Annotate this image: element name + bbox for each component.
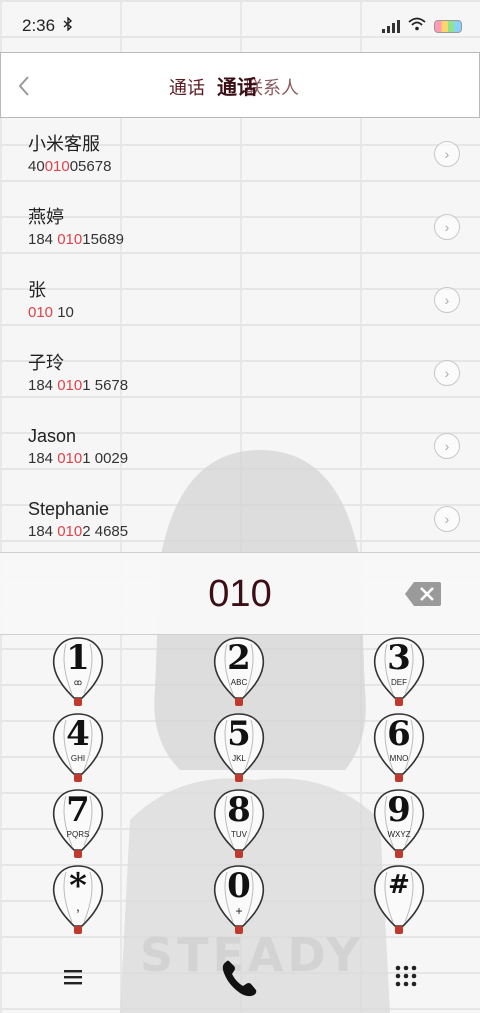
contact-number: 184 0102 4685 [28,523,129,540]
list-item[interactable]: 燕婷 184 01015689 › [0,191,480,264]
title-bar: 通话 通话 联系人 [0,52,480,118]
call-button[interactable] [218,956,262,1000]
contact-number: 184 01015689 [28,231,124,248]
key-1[interactable]: 1ꝏ [50,636,110,708]
signal-icon [382,19,400,33]
chevron-right-icon[interactable]: › [434,214,460,240]
chevron-right-icon[interactable]: › [434,433,460,459]
contact-number: 184 0101 5678 [28,377,129,394]
chevron-right-icon[interactable]: › [434,506,460,532]
keypad-toggle-button[interactable] [394,964,418,988]
wifi-icon [408,16,426,36]
key-8[interactable]: 8 TUV [211,788,271,860]
tab-bar: 通话 通话 联系人 [169,71,299,100]
list-item[interactable]: 子玲 184 0101 5678 › [0,337,480,410]
chevron-right-icon[interactable]: › [434,287,460,313]
battery-icon [434,19,462,33]
key-6[interactable]: 6 MNO [371,712,431,784]
contact-name: 张 [28,280,46,300]
list-item[interactable]: 张 010 10 › [0,264,480,337]
keypad-icon [395,965,417,987]
chevron-right-icon[interactable]: › [434,360,460,386]
key-5[interactable]: 5 JKL [211,712,271,784]
backspace-icon [405,582,441,606]
contact-number: 010 10 [28,304,74,321]
bluetooth-icon [63,16,73,35]
contact-number: 184 0101 0029 [28,450,129,467]
contact-name: 子玲 [28,353,64,373]
delete-button[interactable] [404,581,442,607]
key-4[interactable]: 4 GHI [50,712,110,784]
phone-icon [222,960,257,997]
key-9[interactable]: 9 WXYZ [371,788,431,860]
dial-keypad: 1ꝏ 2 ABC 3 DEF 4 GHI 5 JKL 6 MNO 7 PQRS 8 TUV 9… [0,636,480,956]
list-item[interactable]: 小米客服 4001005678 › [0,118,480,191]
bottom-bar [0,950,480,1013]
contact-name: 小米客服 [28,134,100,154]
list-item[interactable]: Stephanie 184 0102 4685 › [0,483,480,552]
contact-name: 燕婷 [28,207,64,227]
key-7[interactable]: 7 PQRS [50,788,110,860]
key-hash[interactable]: # [371,864,431,936]
key-3[interactable]: 3 DEF [371,636,431,708]
tab-active[interactable]: 通话 [217,71,257,100]
key-star[interactable]: *, [50,864,110,936]
dial-display: 010 [0,552,480,635]
key-2[interactable]: 2 ABC [211,636,271,708]
menu-button[interactable] [62,966,84,988]
list-item[interactable]: Jason 184 0101 0029 › [0,410,480,483]
menu-icon [64,970,82,985]
status-bar: 2:36 [0,0,480,52]
chevron-left-icon [18,76,29,96]
contact-number: 4001005678 [28,158,112,175]
back-button[interactable] [9,69,39,103]
contact-name: Stephanie [28,499,110,519]
contact-name: Jason [28,426,77,446]
key-0[interactable]: 0 + [211,864,271,936]
contact-list: 小米客服 4001005678 › 燕婷 184 01015689 › 张 01… [0,118,480,552]
status-time: 2:36 [22,16,56,35]
chevron-right-icon[interactable]: › [434,141,460,167]
tab-calls[interactable]: 通话 [169,74,205,100]
